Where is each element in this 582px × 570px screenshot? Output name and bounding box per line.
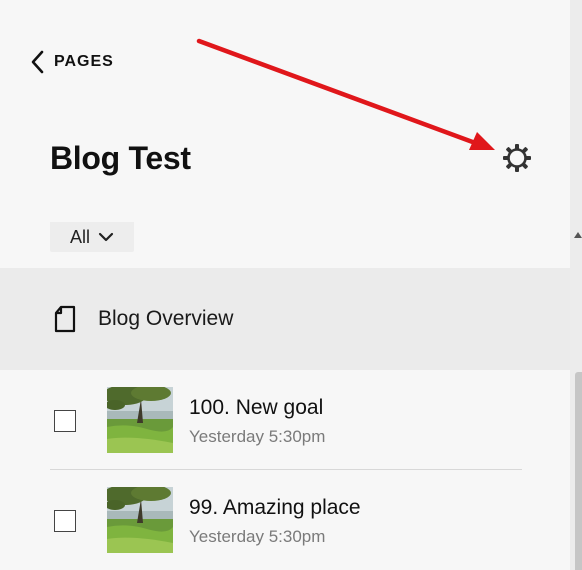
filter-dropdown[interactable]: All: [50, 222, 134, 252]
blog-panel: PAGES Blog Test All Blog Overview 100. N…: [0, 0, 570, 570]
post-checkbox[interactable]: [54, 510, 76, 532]
back-label: PAGES: [54, 53, 114, 70]
post-row[interactable]: 99. Amazing place Yesterday 5:30pm: [0, 470, 570, 570]
post-row[interactable]: 100. New goal Yesterday 5:30pm: [0, 370, 570, 470]
post-timestamp: Yesterday 5:30pm: [189, 427, 326, 446]
post-title: 100. New goal: [189, 396, 324, 419]
scroll-up-arrow-icon[interactable]: [574, 232, 582, 238]
chevron-left-icon: [31, 50, 44, 74]
chevron-down-icon: [98, 232, 114, 242]
post-timestamp: Yesterday 5:30pm: [189, 527, 326, 546]
scrollbar-thumb[interactable]: [575, 372, 582, 570]
post-thumbnail: [107, 387, 173, 453]
post-thumbnail: [107, 487, 173, 553]
filter-selected-value: All: [69, 226, 90, 247]
blog-overview-label: Blog Overview: [98, 307, 234, 330]
post-checkbox[interactable]: [54, 410, 76, 432]
post-title: 99. Amazing place: [189, 496, 361, 519]
page-title: Blog Test: [50, 140, 191, 176]
document-icon: [54, 305, 76, 333]
blog-overview-item[interactable]: Blog Overview: [0, 268, 570, 370]
gear-icon[interactable]: [501, 142, 533, 174]
back-to-pages-button[interactable]: PAGES: [30, 50, 114, 74]
